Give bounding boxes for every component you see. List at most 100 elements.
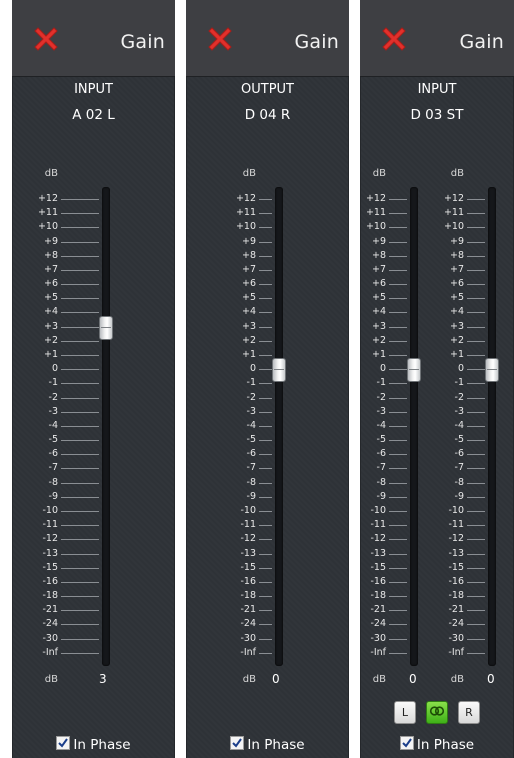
db-scale-tick-mark [259, 241, 272, 243]
db-scale-tick-label: -13 [240, 547, 256, 559]
db-scale-tick-mark [259, 369, 272, 371]
db-value-label: dB [44, 674, 58, 685]
db-scale-tick-label: -13 [42, 547, 58, 559]
db-scale-tick-mark [467, 510, 485, 512]
db-scale-tick-label: -1 [454, 377, 464, 389]
db-scale-tick-label: -3 [454, 405, 464, 417]
db-scale-tick-mark [467, 567, 485, 569]
db-scale-tick-mark [467, 340, 485, 342]
db-value-label: dB [450, 674, 464, 685]
stereo-link-button[interactable] [426, 701, 448, 724]
gain-value: 0 [272, 672, 280, 686]
db-scale-tick-mark [259, 581, 272, 583]
in-phase-checkbox[interactable]: In Phase [186, 736, 349, 753]
db-scale-tick-label: -6 [48, 448, 58, 460]
left-channel-button[interactable]: L [394, 701, 416, 724]
db-scale-tick-label: +11 [443, 207, 464, 219]
db-scale-tick-mark [61, 383, 99, 385]
db-scale-tick-mark [61, 227, 99, 229]
db-scale-tick-label: -5 [48, 434, 58, 446]
checkbox-icon[interactable] [56, 736, 71, 750]
db-scale-tick-mark [61, 638, 99, 640]
in-phase-checkbox[interactable]: In Phase [12, 736, 175, 753]
db-scale-tick-label: -24 [240, 618, 256, 630]
right-channel-button[interactable]: R [458, 701, 480, 724]
fader-track[interactable] [102, 187, 110, 666]
db-scale-tick-mark [467, 411, 485, 413]
db-scale-tick-mark [259, 199, 272, 200]
db-scale-tick-label: -18 [240, 590, 256, 602]
db-scale-tick-mark [467, 383, 485, 385]
fader-track-right[interactable] [488, 187, 496, 666]
db-scale-tick-label: -4 [454, 419, 464, 431]
db-scale-tick-mark [259, 539, 272, 541]
db-scale-tick-mark [467, 326, 485, 328]
db-scale-tick-label: -30 [240, 632, 256, 644]
in-phase-label: In Phase [247, 737, 305, 753]
fader-knob-right[interactable] [485, 358, 499, 383]
db-scale-tick-mark [467, 312, 485, 314]
db-scale-tick-label: +6 [43, 278, 58, 290]
db-scale-tick-mark [61, 652, 99, 654]
db-scale-tick-label: -7 [48, 462, 58, 474]
db-value-label: dB [242, 674, 256, 685]
db-scale-tick-label: -Inf [240, 646, 256, 658]
db-scale-tick-label: -24 [42, 618, 58, 630]
db-scale-tick-label: +11 [37, 207, 58, 219]
db-scale-tick-mark [259, 510, 272, 512]
db-scale-tick-mark [259, 326, 272, 328]
db-scale-tick-mark [61, 326, 99, 328]
db-scale-tick-mark [61, 553, 99, 555]
checkbox-icon[interactable] [230, 736, 245, 750]
fader-knob[interactable] [99, 315, 113, 340]
db-scale-tick-mark [259, 383, 272, 385]
fader-knob[interactable] [272, 358, 286, 383]
db-scale-tick-mark [61, 397, 99, 399]
fader-group-right: dB dB 0 +12 +11 +10 +9 +8 +7 +6 +5 +4 +3 +2 +1 0 -1 -2… [360, 0, 514, 758]
db-scale-tick-mark [259, 553, 272, 555]
db-scale-tick-label: -16 [448, 575, 464, 587]
db-scale-tick-mark [467, 638, 485, 640]
db-scale-tick-mark [467, 397, 485, 399]
db-scale-tick-mark [467, 199, 485, 200]
db-scale-tick-mark [61, 269, 99, 271]
db-scale-header: dB [44, 168, 58, 179]
db-scale-tick-label: -8 [454, 476, 464, 488]
db-scale-tick-label: -Inf [448, 646, 464, 658]
fader-track[interactable] [275, 187, 283, 666]
db-scale-tick-label: +2 [449, 334, 464, 346]
db-scale-tick-mark [467, 440, 485, 442]
db-scale-tick-mark [467, 241, 485, 243]
db-scale-tick-mark [259, 440, 272, 442]
db-scale-tick-label: +3 [241, 320, 256, 332]
db-scale-tick-label: +6 [449, 278, 464, 290]
db-scale-tick-mark [61, 567, 99, 569]
db-scale-tick-label: +1 [43, 348, 58, 360]
db-scale-tick-mark [259, 425, 272, 427]
db-scale-tick-mark [467, 596, 485, 598]
checkbox-icon[interactable] [399, 736, 414, 750]
db-scale-tick-label: +10 [235, 221, 256, 233]
db-scale-tick-mark [259, 482, 272, 484]
db-scale-tick-mark [259, 624, 272, 626]
db-scale-tick-mark [467, 354, 485, 356]
db-scale-tick-mark [467, 269, 485, 271]
db-scale-tick-mark [259, 468, 272, 470]
db-scale-tick-label: +12 [443, 193, 464, 204]
in-phase-checkbox[interactable]: In Phase [360, 736, 514, 753]
gain-panel-2: Gain OUTPUT D 04 R dB dB 0 +12 +11 +10 +9 +8… [186, 0, 349, 758]
db-scale-tick-mark [259, 397, 272, 399]
db-scale-tick-label: +11 [235, 207, 256, 219]
db-scale-tick-mark [61, 440, 99, 442]
in-phase-label: In Phase [416, 737, 475, 753]
db-scale-tick-label: -5 [454, 434, 464, 446]
db-scale-tick-label: +2 [43, 334, 58, 346]
db-scale-tick-label: 0 [51, 363, 58, 375]
db-scale-tick-mark [467, 227, 485, 229]
db-scale-tick-label: -11 [448, 519, 464, 531]
db-scale-tick-mark [61, 525, 99, 527]
db-scale-tick-mark [61, 411, 99, 413]
db-scale-tick-mark [467, 284, 485, 286]
db-scale-tick-label: +8 [43, 249, 58, 261]
db-scale-tick-label: +5 [241, 292, 256, 304]
